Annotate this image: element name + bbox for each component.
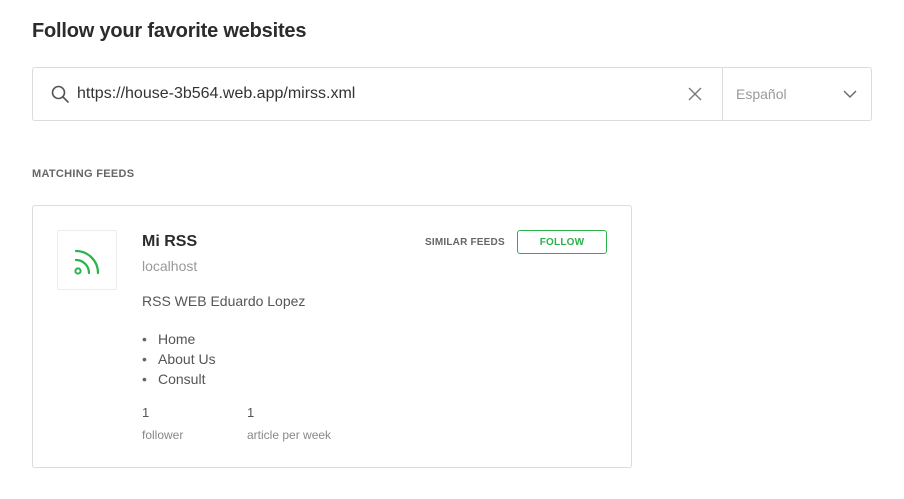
feed-link-list: • Home • About Us • Consult (142, 329, 216, 389)
feed-title[interactable]: Mi RSS (142, 233, 197, 251)
section-label: MATCHING FEEDS (32, 168, 135, 180)
page-title: Follow your favorite websites (32, 20, 307, 42)
similar-feeds-link[interactable]: SIMILAR FEEDS (425, 237, 505, 248)
bullet: • (142, 351, 147, 367)
bullet: • (142, 371, 147, 387)
follow-button[interactable]: FOLLOW (517, 230, 607, 254)
language-label: Español (736, 86, 787, 102)
close-icon[interactable] (687, 86, 703, 102)
stat-articles-per-week: 1 article per week (247, 405, 331, 442)
feed-domain: localhost (142, 258, 198, 274)
chevron-down-icon (842, 87, 858, 101)
stat-value: 1 (142, 405, 150, 420)
stat-followers: 1 follower (142, 405, 183, 442)
list-item[interactable]: • About Us (142, 349, 216, 369)
stat-value: 1 (247, 405, 255, 420)
list-item-label: About Us (158, 351, 216, 367)
search-icon (50, 84, 70, 104)
rss-icon (72, 245, 104, 277)
list-item-label: Home (158, 331, 196, 347)
feed-logo (57, 230, 117, 290)
list-item[interactable]: • Home (142, 329, 216, 349)
feed-card: Mi RSS localhost SIMILAR FEEDS FOLLOW RS… (32, 205, 632, 468)
language-select[interactable]: Español (722, 68, 872, 120)
stat-label: follower (142, 428, 184, 442)
bullet: • (142, 331, 147, 347)
list-item-label: Consult (158, 371, 206, 387)
search-input[interactable] (77, 82, 657, 106)
stat-label: article per week (247, 428, 332, 442)
list-item[interactable]: • Consult (142, 369, 216, 389)
feed-description: RSS WEB Eduardo Lopez (142, 293, 306, 309)
search-bar: Español (32, 67, 872, 121)
